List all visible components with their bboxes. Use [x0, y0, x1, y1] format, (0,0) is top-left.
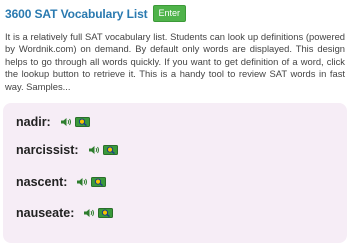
word-label: nadir: [16, 115, 51, 129]
word-label: narcissist: [16, 143, 79, 157]
header: 3600 SAT Vocabulary List Enter [5, 5, 187, 22]
lookup-icon[interactable] [74, 117, 90, 127]
list-item: nauseate: [16, 206, 114, 220]
lookup-icon[interactable] [102, 145, 118, 155]
list-item: nascent: [16, 175, 107, 189]
enter-button[interactable]: Enter [152, 5, 187, 22]
page-title: 3600 SAT Vocabulary List [5, 6, 148, 21]
word-list: nadir: narcissist: nascent: nauseate: [3, 103, 347, 243]
word-label: nauseate: [16, 206, 75, 220]
intro-text: It is a relatively full SAT vocabulary l… [5, 31, 345, 92]
speaker-icon[interactable] [83, 208, 95, 218]
lookup-icon[interactable] [98, 208, 114, 218]
speaker-icon[interactable] [88, 145, 100, 155]
list-item: narcissist: [16, 143, 118, 157]
list-item: nadir: [16, 115, 90, 129]
lookup-icon[interactable] [91, 177, 107, 187]
word-label: nascent: [16, 175, 68, 189]
speaker-icon[interactable] [60, 117, 72, 127]
speaker-icon[interactable] [76, 177, 88, 187]
